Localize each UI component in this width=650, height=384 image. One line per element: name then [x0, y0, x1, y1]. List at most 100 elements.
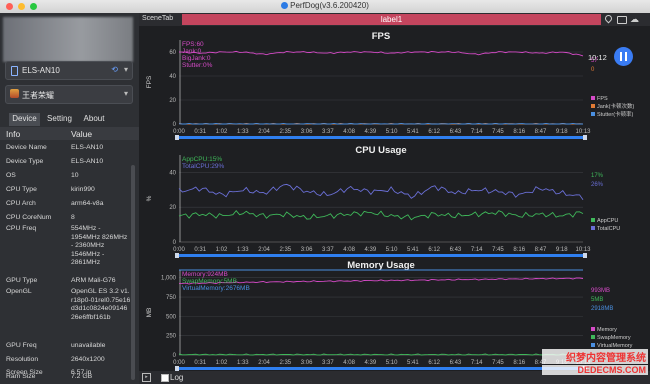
value-column-header: Value	[71, 129, 93, 139]
x-tick-label: 3:06	[301, 360, 313, 366]
y-tick-label: 0	[173, 240, 177, 246]
x-tick-label: 2:35	[279, 247, 291, 253]
info-value: 554MHz - 1954MHz 826MHz - 2360MHz 1546MH…	[71, 225, 128, 267]
x-tick-label: 8:47	[535, 129, 547, 135]
info-value: OpenGL ES 3.2 v1.r18p0-01rel0.75e16d3d1c…	[71, 288, 131, 321]
stat-annotation: SwapMemory:5MB	[182, 278, 237, 285]
info-value: ARM Mali-G76	[71, 277, 116, 284]
x-tick-label: 7:14	[471, 129, 483, 135]
x-tick-label: 7:14	[471, 360, 483, 366]
info-value: unavailable	[71, 342, 106, 349]
x-tick-label: 5:10	[386, 129, 398, 135]
legend-swatch	[591, 112, 595, 116]
info-value: arm64-v8a	[71, 200, 104, 207]
time-display: 10:12	[588, 53, 607, 62]
play-icon[interactable]: ▸	[142, 373, 151, 382]
x-tick-label: 3:37	[322, 129, 334, 135]
x-tick-label: 7:45	[492, 129, 504, 135]
last-value-label: 5MB	[591, 297, 603, 303]
x-tick-label: 5:41	[407, 247, 419, 253]
sidebar-tabs: Device Setting About	[0, 113, 139, 126]
x-tick-label: 4:08	[343, 129, 355, 135]
x-tick-label: 0:31	[194, 360, 206, 366]
x-tick-label: 7:45	[492, 247, 504, 253]
cloud-icon[interactable]: ☁	[630, 14, 639, 25]
time-range-slider	[175, 367, 587, 370]
x-tick-label: 6:43	[450, 247, 462, 253]
time-range-slider	[175, 136, 587, 139]
device-select-value: ELS-AN10	[22, 66, 60, 75]
x-tick-label: 1:33	[237, 247, 249, 253]
app-select-value: 王者荣耀	[22, 91, 54, 100]
x-tick-label: 2:04	[258, 247, 270, 253]
folder-icon[interactable]	[617, 16, 627, 24]
y-tick-label: 1,000	[161, 276, 177, 282]
scene-label[interactable]: label1	[182, 14, 601, 25]
app-icon	[281, 2, 289, 9]
chart-title: FPS	[372, 31, 390, 42]
x-tick-label: 6:12	[428, 247, 440, 253]
x-tick-label: 3:06	[301, 129, 313, 135]
tab-setting[interactable]: Setting	[43, 113, 76, 126]
stat-annotation: Memory:924MB	[182, 271, 228, 278]
x-tick-label: 6:43	[450, 360, 462, 366]
log-checkbox[interactable]	[161, 374, 169, 382]
x-tick-label: 2:04	[258, 360, 270, 366]
x-tick-label: 4:39	[365, 247, 377, 253]
info-key: CPU CoreNum	[6, 214, 52, 221]
sidebar-scrollbar[interactable]	[131, 165, 135, 380]
pause-button[interactable]	[614, 47, 633, 66]
x-tick-label: 8:16	[513, 247, 525, 253]
last-value-label: 2918MB	[591, 306, 613, 312]
pause-icon-bar	[625, 52, 627, 61]
scene-tab-bar: SceneTab label1 ☁	[139, 13, 650, 26]
main-panel: SceneTab label1 ☁ FPS FPS 0 20 40 60 0:00 0:31 1…	[139, 13, 650, 384]
x-tick-label: 1:02	[216, 360, 228, 366]
x-tick-label: 6:12	[428, 360, 440, 366]
legend-swatch	[591, 96, 595, 100]
x-tick-label: 4:08	[343, 360, 355, 366]
y-axis-label: FPS	[146, 75, 153, 88]
x-tick-label: 10:13	[575, 129, 591, 135]
scene-tab[interactable]: SceneTab	[142, 15, 173, 22]
x-tick-label: 0:31	[194, 129, 206, 135]
last-value-label: 0	[591, 67, 595, 73]
info-key: GPU Type	[6, 277, 38, 284]
time-range-slider	[175, 254, 587, 257]
info-key: CPU Arch	[6, 200, 36, 207]
info-key: CPU Freq	[6, 225, 37, 232]
x-tick-label: 4:39	[365, 129, 377, 135]
device-select[interactable]: ELS-AN10 ⟲ ▾	[5, 61, 133, 80]
wifi-link-icon[interactable]: ⟲	[111, 65, 118, 74]
series-line	[178, 277, 584, 285]
x-tick-label: 3:37	[322, 247, 334, 253]
stat-annotation: VirtualMemory:2676MB	[182, 285, 250, 292]
x-tick-label: 3:06	[301, 247, 313, 253]
info-value: 2640x1200	[71, 356, 105, 363]
y-tick-label: 500	[166, 314, 177, 320]
chart-title: Memory Usage	[347, 260, 415, 271]
y-tick-label: 250	[166, 334, 177, 340]
app-select[interactable]: 王者荣耀 ▾	[5, 85, 133, 104]
info-key: Device Type	[6, 158, 44, 165]
tab-device[interactable]: Device	[9, 113, 40, 126]
x-tick-label: 7:14	[471, 247, 483, 253]
watermark: 织梦内容管理系统 DEDECMS.COM	[542, 349, 648, 375]
last-value-label: 993MB	[591, 288, 610, 294]
range-handle-right	[583, 135, 587, 140]
legend-label: Memory	[597, 327, 617, 333]
x-tick-label: 2:35	[279, 360, 291, 366]
info-value: ELS-AN10	[71, 144, 104, 151]
stat-annotation: AppCPU:15%	[182, 156, 222, 163]
watermark-line1: 织梦内容管理系统	[542, 349, 648, 364]
x-tick-label: 0:31	[194, 247, 206, 253]
legend-swatch	[591, 218, 595, 222]
stat-annotation: FPS:60	[182, 41, 204, 48]
last-value-label: 17%	[591, 173, 604, 179]
window-titlebar: PerfDog(v3.6.200420)	[0, 0, 650, 14]
x-tick-label: 7:45	[492, 360, 504, 366]
legend-label: AppCPU	[597, 218, 618, 224]
location-icon[interactable]	[603, 13, 614, 24]
y-tick-label: 40	[169, 74, 176, 80]
tab-about[interactable]: About	[79, 113, 109, 126]
